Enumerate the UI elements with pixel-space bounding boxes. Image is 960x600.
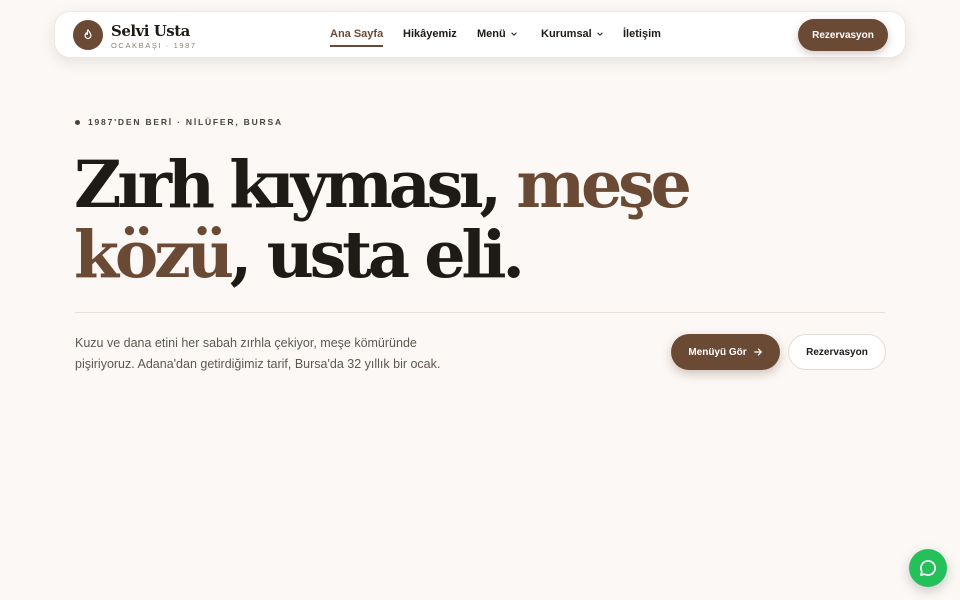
reservation-button[interactable]: Rezervasyon — [788, 334, 886, 370]
eyebrow-text: 1987'DEN BERİ · NİLÜFER, BURSA — [88, 117, 283, 127]
nav-link-home[interactable]: Ana Sayfa — [330, 28, 384, 47]
arrow-right-icon — [753, 348, 762, 356]
brand-subtitle: OCAKBAŞI · 1987 — [111, 41, 197, 50]
nav-link-menu[interactable]: Menü — [477, 28, 518, 40]
brand-name[interactable]: Selvi Usta — [111, 22, 190, 40]
headline-accent-2: közü — [74, 217, 234, 293]
view-menu-label: Menüyü Gör — [688, 346, 747, 358]
hero-eyebrow: 1987'DEN BERİ · NİLÜFER, BURSA — [75, 117, 283, 127]
chevron-down-icon — [596, 32, 603, 36]
chevron-down-icon — [510, 32, 517, 36]
headline-part-1: Zırh kıyması, — [74, 147, 517, 223]
nav-link-corporate[interactable]: Kurumsal — [541, 28, 604, 40]
hero-headline: Zırh kıyması, meşe közü, usta eli. — [74, 150, 794, 290]
hero-lead: Kuzu ve dana etini her sabah zırhla çeki… — [75, 336, 441, 371]
nav-link-label: Kurumsal — [541, 28, 592, 40]
chat-button[interactable] — [909, 549, 947, 587]
flame-icon — [84, 29, 92, 40]
active-underline — [330, 45, 384, 47]
nav-link-label: Hikâyemiz — [403, 28, 457, 40]
nav-reservation-button[interactable]: Rezervasyon — [798, 19, 888, 51]
logo[interactable] — [73, 20, 103, 50]
navbar: Selvi Usta OCAKBAŞI · 1987 Ana Sayfa Hik… — [54, 11, 906, 58]
headline-part-2: , usta eli. — [229, 217, 525, 293]
nav-link-contact[interactable]: İletişim — [623, 28, 661, 40]
nav-link-label: Ana Sayfa — [330, 28, 384, 40]
bullet-dot — [75, 119, 80, 125]
nav-link-story[interactable]: Hikâyemiz — [403, 28, 457, 40]
view-menu-button[interactable]: Menüyü Gör — [671, 334, 780, 370]
headline-accent-1: meşe — [516, 147, 691, 223]
hero-divider — [75, 312, 885, 313]
nav-link-label: Menü — [477, 28, 506, 40]
nav-link-label: İletişim — [623, 28, 661, 40]
chat-bubble-icon — [920, 560, 936, 576]
